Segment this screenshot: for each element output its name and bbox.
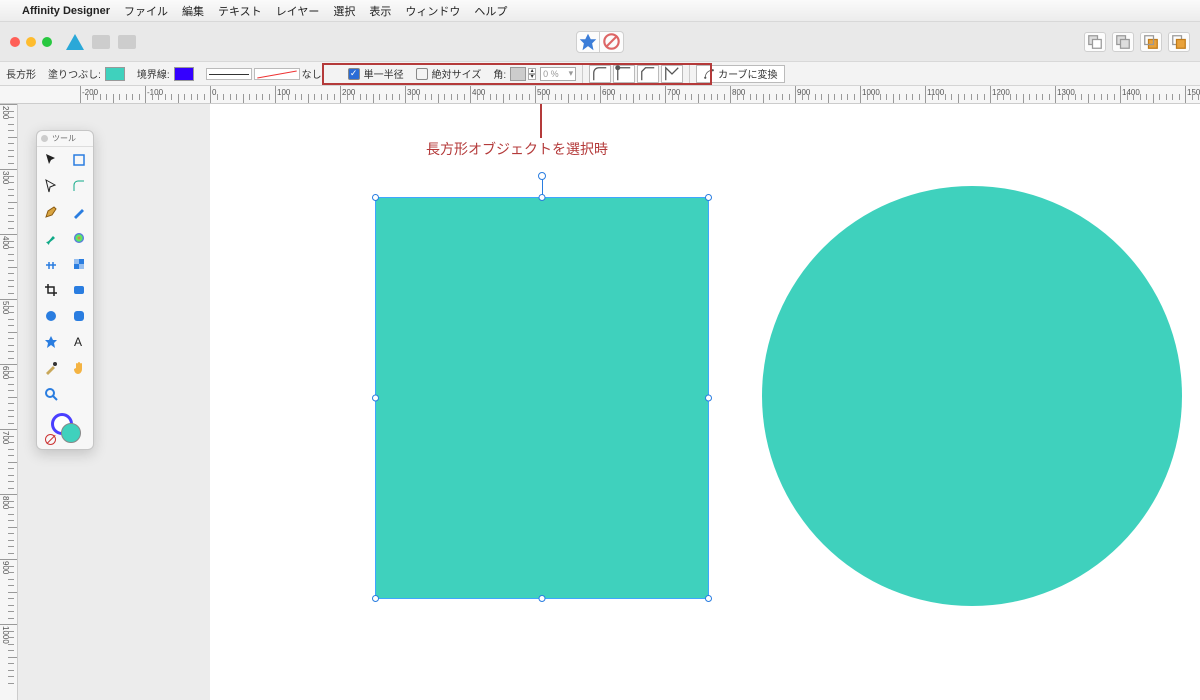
vector-crop-tool-icon[interactable] <box>37 251 65 277</box>
no-color-icon[interactable] <box>45 434 56 445</box>
tools-title: ツール <box>52 133 76 144</box>
stroke-field[interactable]: 境界線: <box>131 66 200 81</box>
text-tool-icon[interactable]: A <box>65 329 93 355</box>
menu-help[interactable]: ヘルプ <box>474 3 507 19</box>
ellipse-tool-icon[interactable] <box>37 303 65 329</box>
brush-tool-icon[interactable] <box>37 225 65 251</box>
menu-view[interactable]: 表示 <box>369 3 391 19</box>
handle-mr[interactable] <box>705 395 712 402</box>
snapping-icon[interactable] <box>576 31 600 53</box>
snapping-off-icon[interactable] <box>600 31 624 53</box>
minimize-icon[interactable] <box>26 37 36 47</box>
fill-color-icon[interactable] <box>61 423 81 443</box>
zoom-icon[interactable] <box>42 37 52 47</box>
single-radius-label: 単一半径 <box>364 66 404 81</box>
close-icon[interactable] <box>10 37 20 47</box>
panel-close-icon[interactable] <box>41 135 48 142</box>
toolbar-right <box>1084 32 1190 52</box>
fill-swatch[interactable] <box>105 67 125 81</box>
arrange-forward-icon[interactable] <box>1140 32 1162 52</box>
star-tool-icon[interactable] <box>37 329 65 355</box>
menu-window[interactable]: ウィンドウ <box>405 3 460 19</box>
annotation-connector <box>540 104 542 138</box>
pixel-persona-icon[interactable] <box>92 35 110 49</box>
handle-br[interactable] <box>705 595 712 602</box>
stroke-style-preview[interactable] <box>206 68 252 80</box>
corner-tool-icon[interactable] <box>65 173 93 199</box>
menu-select[interactable]: 選択 <box>333 3 355 19</box>
menu-edit[interactable]: 編集 <box>182 3 204 19</box>
transparency-tool-icon[interactable] <box>65 251 93 277</box>
app-name[interactable]: Affinity Designer <box>22 5 110 17</box>
persona-switcher <box>66 34 136 50</box>
artboard-tool-icon[interactable] <box>65 147 93 173</box>
canvas[interactable]: 長方形オブジェクトを選択時 <box>18 104 1200 700</box>
designer-persona-icon[interactable] <box>66 34 84 50</box>
menu-file[interactable]: ファイル <box>124 3 168 19</box>
handle-bc[interactable] <box>539 595 546 602</box>
arrange-front-icon[interactable] <box>1168 32 1190 52</box>
rotate-handle[interactable] <box>538 172 546 180</box>
stroke-none-preview[interactable] <box>254 68 300 80</box>
corner-type-1-icon[interactable] <box>589 65 611 83</box>
handle-ml[interactable] <box>372 395 379 402</box>
corner-label: 角: <box>493 66 506 81</box>
convert-icon <box>703 68 715 80</box>
stroke-none-label: なし <box>302 66 322 81</box>
shape-name: 長方形 <box>0 66 42 81</box>
menu-text[interactable]: テキスト <box>218 3 262 19</box>
toolbar-center <box>576 31 624 53</box>
handle-tc[interactable] <box>539 194 546 201</box>
vertical-ruler[interactable]: 2003004005006007008009001000 <box>0 104 18 700</box>
menubar: Affinity Designer ファイル 編集 テキスト レイヤー 選択 表… <box>0 0 1200 22</box>
handle-tl[interactable] <box>372 194 379 201</box>
menu-layer[interactable]: レイヤー <box>276 3 320 19</box>
corner-type-3-icon[interactable] <box>637 65 659 83</box>
node-tool-icon[interactable] <box>37 173 65 199</box>
absolute-size-checkbox[interactable] <box>416 68 428 80</box>
rectangle-object[interactable] <box>376 198 708 598</box>
zoom-tool-icon[interactable] <box>37 381 65 407</box>
foreground-background-color[interactable] <box>37 407 93 449</box>
corner-percent-field[interactable]: 0 %▾ <box>540 67 576 81</box>
arrange-backward-icon[interactable] <box>1112 32 1134 52</box>
svg-text:A: A <box>74 335 82 349</box>
empty-slot <box>65 381 93 407</box>
stroke-swatch[interactable] <box>174 67 194 81</box>
corner-type-4-icon[interactable] <box>661 65 683 83</box>
corner-type-stepper[interactable]: ▴▾ <box>528 68 536 80</box>
handle-bl[interactable] <box>372 595 379 602</box>
horizontal-ruler[interactable]: -200-10001002003004005006007008009001000… <box>0 86 1200 104</box>
fill-label: 塗りつぶし: <box>48 66 101 81</box>
context-toolbar: 長方形 塗りつぶし: 境界線: なし ✓ 単一半径 絶対サイズ 角: ▴▾ 0 … <box>0 62 1200 86</box>
color-picker-tool-icon[interactable] <box>37 355 65 381</box>
fill-tool-icon[interactable] <box>65 225 93 251</box>
pencil-tool-icon[interactable] <box>65 199 93 225</box>
ellipse-object[interactable] <box>762 186 1182 606</box>
pen-tool-icon[interactable] <box>37 199 65 225</box>
hand-tool-icon[interactable] <box>65 355 93 381</box>
rounded-rect-tool-icon[interactable] <box>65 303 93 329</box>
absolute-size-label: 絶対サイズ <box>432 66 482 81</box>
single-radius-checkbox[interactable]: ✓ <box>348 68 360 80</box>
rectangle-tool-icon[interactable] <box>65 277 93 303</box>
annotation-text: 長方形オブジェクトを選択時 <box>426 139 608 159</box>
tools-header[interactable]: ツール <box>37 131 93 147</box>
corner-type-2-icon[interactable] <box>613 65 635 83</box>
fill-field[interactable]: 塗りつぶし: <box>42 66 131 81</box>
traffic-lights <box>0 37 52 47</box>
corner-type-swatch[interactable] <box>510 67 526 81</box>
arrange-back-icon[interactable] <box>1084 32 1106 52</box>
crop-tool-icon[interactable] <box>37 277 65 303</box>
window-chrome <box>0 22 1200 62</box>
tools-panel: ツール A <box>36 130 94 450</box>
move-tool-icon[interactable] <box>37 147 65 173</box>
export-persona-icon[interactable] <box>118 35 136 49</box>
stroke-label: 境界線: <box>137 66 170 81</box>
handle-tr[interactable] <box>705 194 712 201</box>
convert-to-curves-button[interactable]: カーブに変換 <box>696 65 784 83</box>
